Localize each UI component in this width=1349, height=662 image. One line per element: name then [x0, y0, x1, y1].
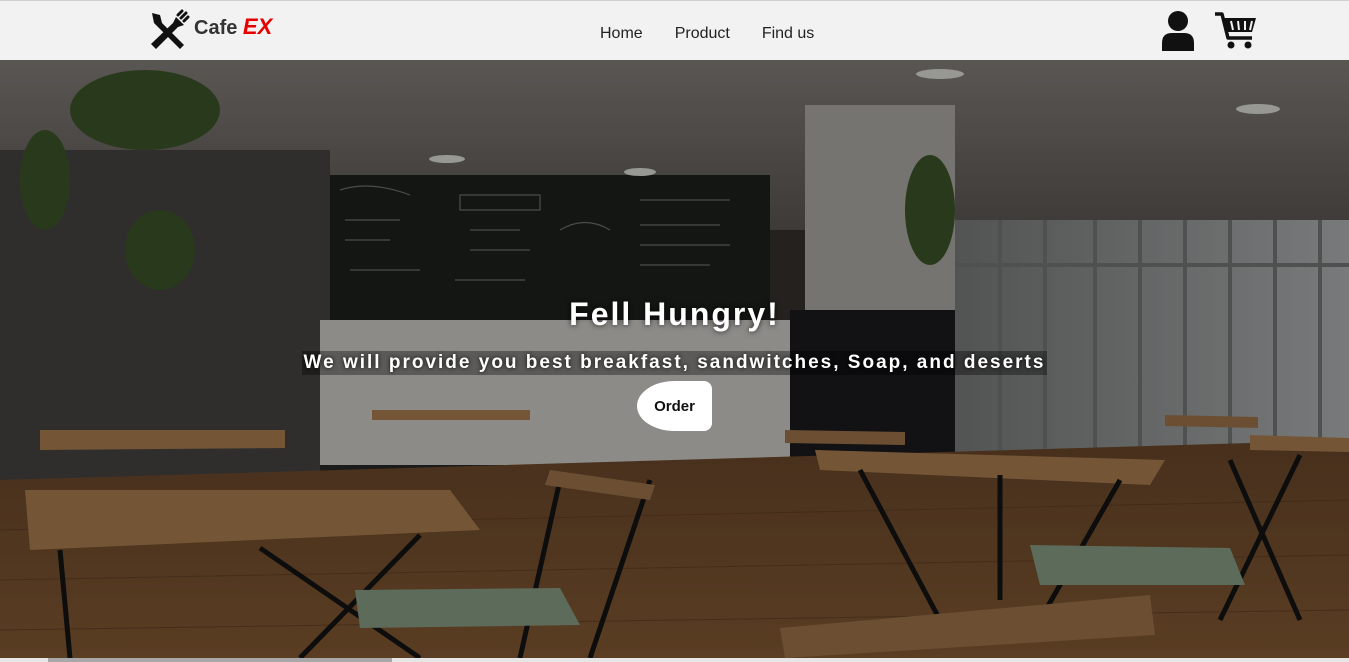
horizontal-scrollbar[interactable] — [0, 658, 1349, 662]
nav-icons — [1160, 9, 1258, 51]
navbar: Cafe EX Home Product Find us — [0, 0, 1349, 60]
order-button[interactable]: Order — [637, 381, 712, 431]
hero-content: Fell Hungry! We will provide you best br… — [0, 296, 1349, 431]
hero-section: Fell Hungry! We will provide you best br… — [0, 60, 1349, 658]
nav-links: Home Product Find us — [600, 25, 814, 43]
fork-knife-icon — [151, 9, 190, 49]
brand-name: Cafe EX — [194, 14, 272, 40]
nav-link-find-us[interactable]: Find us — [762, 25, 814, 43]
nav-link-home[interactable]: Home — [600, 25, 643, 43]
brand-logo[interactable]: Cafe EX — [148, 9, 272, 51]
hero-subtitle: We will provide you best breakfast, sand… — [301, 351, 1048, 375]
hero-title: Fell Hungry! — [569, 296, 780, 332]
user-icon[interactable] — [1160, 9, 1196, 51]
scrollbar-thumb[interactable] — [48, 658, 392, 662]
brand-accent: EX — [242, 14, 273, 39]
cart-icon[interactable] — [1214, 10, 1258, 50]
nav-link-product[interactable]: Product — [675, 25, 730, 43]
brand-main: Cafe — [194, 17, 238, 39]
